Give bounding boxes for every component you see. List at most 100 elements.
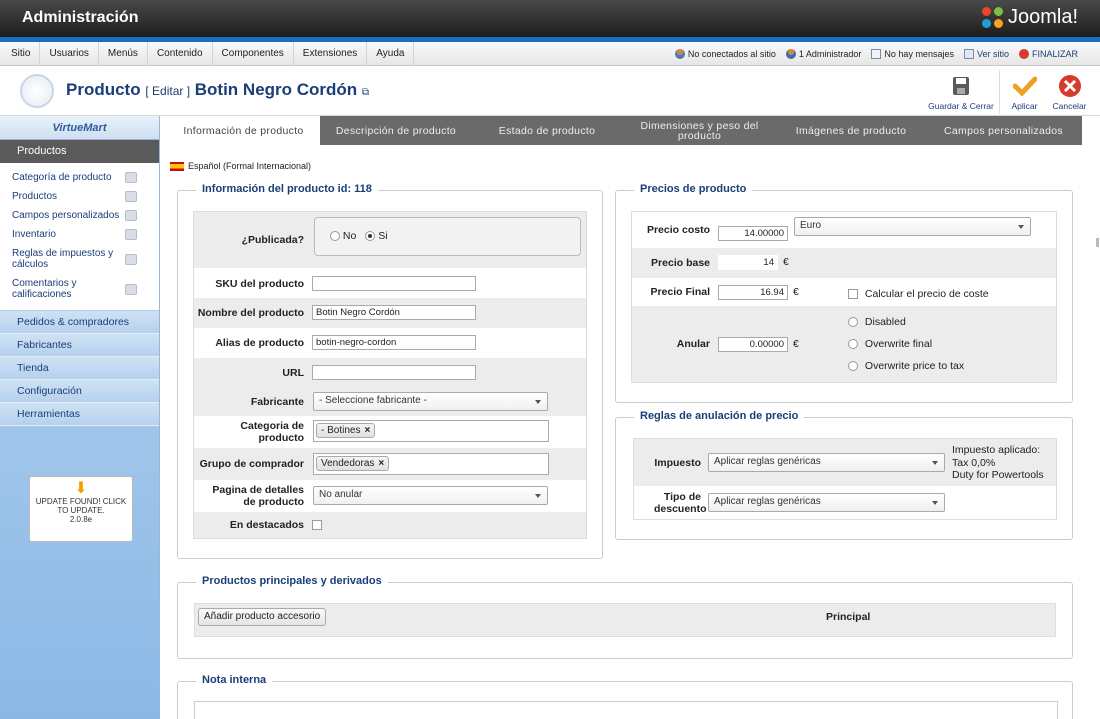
spain-flag-icon bbox=[170, 161, 184, 171]
row-base: Precio base bbox=[632, 248, 1056, 278]
menu-menus[interactable]: Menús bbox=[99, 42, 148, 66]
status-visitors: No conectados al sitio bbox=[674, 49, 776, 59]
comments-icon bbox=[125, 283, 137, 295]
sidebar-item-comentarios[interactable]: Comentarios y calificaciones bbox=[0, 274, 159, 304]
internal-note-legend: Nota interna bbox=[196, 674, 273, 686]
override-disabled-option: Disabled bbox=[848, 316, 906, 328]
manufacturer-select[interactable]: - Seleccione fabricante - bbox=[313, 392, 548, 411]
cost-price-input[interactable]: 14.00000 bbox=[718, 226, 788, 241]
category-icon bbox=[125, 172, 137, 183]
joomla-brand: Joomla! bbox=[1007, 6, 1078, 28]
details-page-select[interactable]: No anular bbox=[313, 486, 548, 505]
close-icon bbox=[1058, 75, 1081, 97]
override-price-input[interactable]: 0.00000 bbox=[718, 337, 788, 352]
override-final-radio[interactable] bbox=[848, 339, 858, 350]
sidebar-section-tienda[interactable]: Tienda bbox=[0, 357, 159, 380]
tab-campos[interactable]: Campos personalizados bbox=[925, 116, 1082, 145]
sidebar-section-productos[interactable]: Productos bbox=[0, 140, 159, 163]
menu-extensiones[interactable]: Extensiones bbox=[294, 42, 368, 66]
featured-checkbox[interactable] bbox=[312, 520, 322, 530]
tax-rule-select[interactable]: Aplicar reglas genéricas bbox=[708, 453, 945, 472]
sidebar-section-herramientas[interactable]: Herramientas bbox=[0, 403, 159, 426]
cancel-button[interactable]: Cancelar bbox=[1047, 70, 1092, 114]
save-icon bbox=[953, 77, 969, 95]
sidebar-section-fabricantes[interactable]: Fabricantes bbox=[0, 334, 159, 357]
status-messages[interactable]: No hay mensajes bbox=[871, 49, 954, 59]
base-euro: € bbox=[783, 256, 789, 268]
menu-contenido[interactable]: Contenido bbox=[148, 42, 213, 66]
external-link-icon[interactable]: ⧉ bbox=[362, 87, 369, 98]
remove-chip-icon[interactable]: × bbox=[378, 458, 384, 469]
tax-icon bbox=[125, 253, 137, 265]
virtuemart-product-icon bbox=[20, 74, 54, 108]
logout-icon bbox=[1018, 49, 1029, 59]
check-icon bbox=[1012, 76, 1037, 96]
inventory-icon bbox=[125, 229, 137, 240]
menu-bar: Sitio Usuarios Menús Contenido Component… bbox=[0, 42, 1100, 66]
joomla-logo[interactable]: Joomla! bbox=[981, 6, 1078, 29]
sidebar-section-pedidos[interactable]: Pedidos & compradores bbox=[0, 311, 159, 334]
save-close-button[interactable]: Guardar & Cerrar bbox=[925, 70, 997, 114]
category-multiselect[interactable]: - Botines × bbox=[313, 420, 549, 442]
page-header: Producto [ Editar ] Botin Negro Cordón ⧉… bbox=[0, 66, 1100, 116]
sidebar-item-inventario[interactable]: Inventario bbox=[0, 225, 159, 244]
menu-usuarios[interactable]: Usuarios bbox=[40, 42, 99, 66]
scrollbar-thumb[interactable] bbox=[1096, 238, 1099, 247]
published-yes-radio[interactable] bbox=[365, 231, 376, 242]
status-view-site[interactable]: Ver sitio bbox=[963, 49, 1009, 59]
menu-sitio[interactable]: Sitio bbox=[2, 42, 41, 66]
sidebar-section-configuracion[interactable]: Configuración bbox=[0, 380, 159, 403]
override-tax-radio[interactable] bbox=[848, 361, 858, 372]
category-chip[interactable]: - Botines × bbox=[316, 423, 376, 438]
row-final: Precio Final bbox=[650, 286, 710, 298]
shopper-group-multiselect[interactable]: Vendedoras × bbox=[313, 453, 549, 475]
user-icon bbox=[785, 49, 796, 59]
status-area: No conectados al sitio 1 Administrador N… bbox=[674, 42, 1078, 66]
override-final-option: Overwrite final bbox=[848, 338, 932, 350]
final-euro: € bbox=[793, 286, 799, 298]
final-price-input[interactable]: 16.94 bbox=[718, 285, 788, 300]
row-override: Anular bbox=[632, 306, 1056, 382]
sidebar-item-categoria[interactable]: Categoría de producto bbox=[0, 168, 159, 187]
joomla-logo-icon bbox=[981, 6, 1004, 29]
product-name-input[interactable]: Botin Negro Cordón bbox=[312, 305, 476, 320]
tab-dimensiones[interactable]: Dimensiones y peso del producto bbox=[622, 116, 777, 145]
product-tabs: Información de producto Descripción de p… bbox=[167, 116, 1082, 145]
status-logout[interactable]: FINALIZAR bbox=[1018, 49, 1078, 59]
sidebar-item-campos[interactable]: Campos personalizados bbox=[0, 206, 159, 225]
download-arrow-icon: ⬇ bbox=[74, 480, 88, 497]
preview-icon bbox=[963, 49, 974, 59]
discount-rule-select[interactable]: Aplicar reglas genéricas bbox=[708, 493, 945, 512]
users-icon bbox=[674, 49, 685, 59]
override-disabled-radio[interactable] bbox=[848, 317, 858, 328]
currency-select[interactable]: Euro bbox=[794, 217, 1031, 236]
update-notice[interactable]: ⬇ UPDATE FOUND! CLICK TO UPDATE. 2.0.8e bbox=[29, 476, 133, 542]
principal-header: Principal bbox=[826, 611, 871, 623]
custom-fields-icon bbox=[125, 210, 137, 221]
remove-chip-icon[interactable]: × bbox=[364, 425, 370, 436]
add-accessory-button[interactable]: Añadir producto accesorio bbox=[198, 608, 327, 626]
tab-informacion[interactable]: Información de producto bbox=[167, 116, 320, 145]
apply-button[interactable]: Aplicar bbox=[1002, 70, 1047, 114]
language-indicator: Español (Formal Internacional) bbox=[170, 161, 311, 171]
tab-descripcion[interactable]: Descripción de producto bbox=[320, 116, 472, 145]
admin-title: Administración bbox=[22, 9, 139, 26]
page-title: Producto [ Editar ] Botin Negro Cordón ⧉ bbox=[66, 80, 370, 99]
shopper-group-chip[interactable]: Vendedoras × bbox=[316, 456, 390, 471]
sidebar-item-productos[interactable]: Productos bbox=[0, 187, 159, 206]
menu-componentes[interactable]: Componentes bbox=[213, 42, 294, 66]
tab-estado[interactable]: Estado de producto bbox=[472, 116, 622, 145]
published-no-radio[interactable] bbox=[330, 231, 340, 242]
override-tax-option: Overwrite price to tax bbox=[848, 360, 964, 372]
calc-cost-checkbox[interactable] bbox=[848, 289, 858, 300]
tax-applied-info: Impuesto aplicado: Tax 0,0% Duty for Pow… bbox=[952, 444, 1044, 481]
toolbar: Guardar & Cerrar Aplicar Cancelar bbox=[925, 70, 1092, 114]
alias-input[interactable]: botin-negro-cordon bbox=[312, 335, 476, 350]
sidebar-item-impuestos[interactable]: Reglas de impuestos y cálculos bbox=[0, 244, 159, 274]
sidebar: VirtueMart Productos Categoría de produc… bbox=[0, 116, 160, 719]
url-input[interactable] bbox=[312, 365, 476, 380]
sku-input[interactable] bbox=[312, 276, 476, 291]
tab-imagenes[interactable]: Imágenes de producto bbox=[777, 116, 925, 145]
menu-ayuda[interactable]: Ayuda bbox=[367, 42, 415, 66]
internal-note-textarea[interactable] bbox=[194, 701, 1058, 719]
